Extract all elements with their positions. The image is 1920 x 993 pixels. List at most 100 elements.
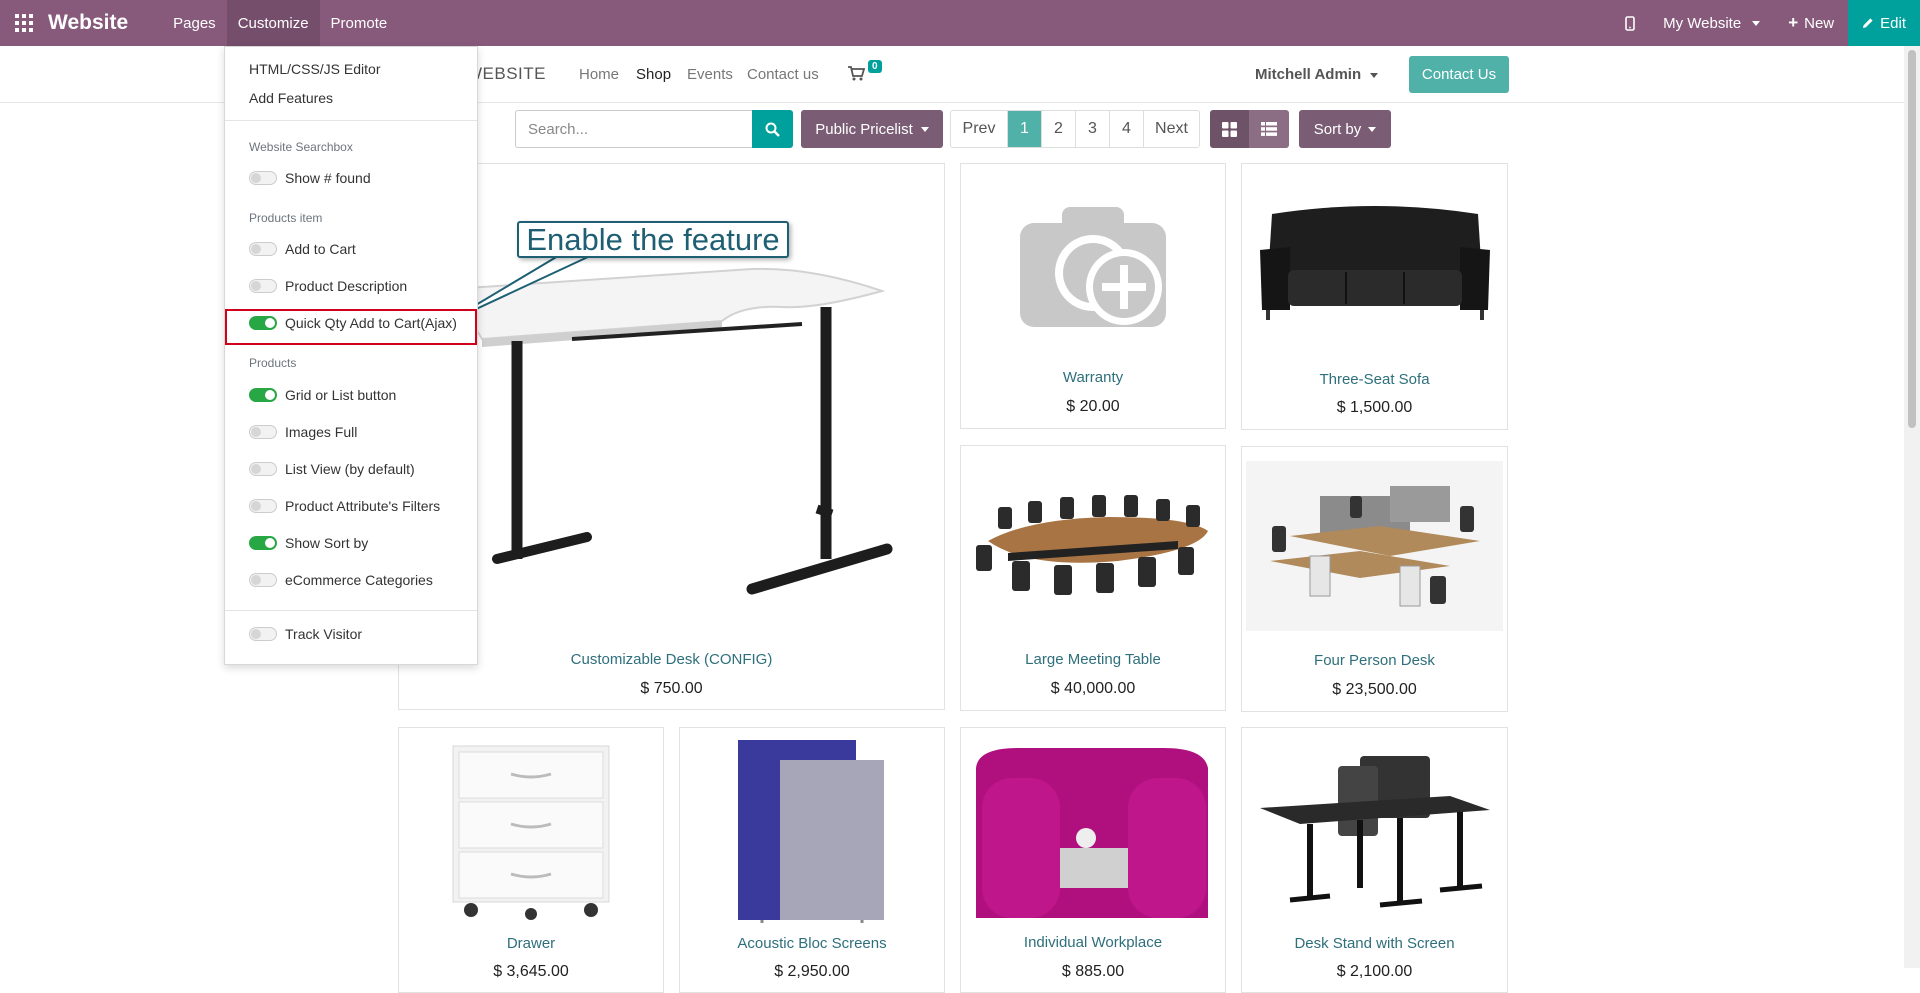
product-image[interactable]: [1246, 736, 1503, 924]
menu-item-add-features[interactable]: Add Features: [249, 90, 333, 106]
toggle-label: Show Sort by: [285, 535, 369, 551]
toggle-list-view-default[interactable]: List View (by default): [249, 459, 415, 479]
section-header-products-item: Products item: [249, 211, 323, 225]
toggle-switch[interactable]: [249, 279, 277, 293]
apps-menu-icon[interactable]: [0, 0, 48, 46]
toggle-grid-or-list-button[interactable]: Grid or List button: [249, 385, 396, 405]
toggle-switch[interactable]: [249, 242, 277, 256]
product-card-individual-workplace[interactable]: Individual Workplace $ 885.00: [960, 727, 1226, 993]
product-card-acoustic-bloc-screens[interactable]: Acoustic Bloc Screens $ 2,950.00: [679, 727, 945, 993]
product-name[interactable]: Large Meeting Table: [961, 651, 1225, 668]
search-input[interactable]: [515, 110, 753, 148]
menu-customize[interactable]: Customize: [226, 0, 320, 46]
pager-next[interactable]: Next: [1144, 111, 1199, 147]
product-image[interactable]: [965, 486, 1221, 611]
contact-us-button[interactable]: Contact Us: [1409, 56, 1509, 93]
sort-by-dropdown[interactable]: Sort by: [1299, 110, 1391, 148]
my-website-dropdown[interactable]: My Website: [1649, 0, 1774, 46]
product-card-three-seat-sofa[interactable]: Three-Seat Sofa $ 1,500.00: [1241, 163, 1508, 430]
toggle-switch[interactable]: [249, 536, 277, 550]
caret-down-icon: [1370, 72, 1379, 78]
menu-pages[interactable]: Pages: [162, 0, 227, 46]
pager-page-4[interactable]: 4: [1110, 111, 1144, 147]
product-image[interactable]: [1246, 461, 1503, 631]
product-name[interactable]: Warranty: [961, 369, 1225, 386]
divider: [225, 120, 477, 121]
product-image[interactable]: [1246, 182, 1503, 342]
toggle-switch[interactable]: [249, 425, 277, 439]
cart-count-badge: 0: [868, 60, 882, 73]
callout-bubble: Enable the feature: [517, 221, 789, 258]
toggle-switch[interactable]: [249, 627, 277, 641]
toggle-product-attribute-filters[interactable]: Product Attribute's Filters: [249, 496, 440, 516]
product-card-warranty[interactable]: Warranty $ 20.00: [960, 163, 1226, 429]
product-image[interactable]: [965, 736, 1221, 924]
mobile-preview-button[interactable]: [1611, 0, 1649, 46]
list-view-button[interactable]: [1249, 110, 1289, 148]
toggle-label: Images Full: [285, 424, 358, 440]
product-name[interactable]: Four Person Desk: [1242, 652, 1507, 669]
product-image[interactable]: [403, 734, 659, 926]
product-image-placeholder[interactable]: [965, 172, 1221, 362]
toggle-switch[interactable]: [249, 171, 277, 185]
toggle-show-found[interactable]: Show # found: [249, 168, 371, 188]
grid-view-button[interactable]: [1210, 110, 1249, 148]
toggle-switch[interactable]: [249, 388, 277, 402]
product-name[interactable]: Drawer: [399, 935, 663, 952]
menu-item-html-css-js-editor[interactable]: HTML/CSS/JS Editor: [249, 61, 380, 77]
caret-down-icon: [1368, 126, 1377, 132]
scrollbar-thumb[interactable]: [1908, 50, 1916, 428]
website-topbar: Website Pages Customize Promote My Websi…: [0, 0, 1920, 46]
product-name[interactable]: Individual Workplace: [961, 934, 1225, 951]
product-price: $ 885.00: [1061, 963, 1125, 980]
pager-page-1[interactable]: 1: [1008, 111, 1042, 147]
grid-icon: [1222, 121, 1237, 137]
nav-shop[interactable]: Shop: [636, 66, 671, 83]
edit-button[interactable]: Edit: [1848, 0, 1920, 46]
new-label: New: [1804, 14, 1835, 32]
product-card-desk-stand-with-screen[interactable]: Desk Stand with Screen $ 2,100.00: [1241, 727, 1508, 993]
toggle-product-description[interactable]: Product Description: [249, 276, 407, 296]
user-name: Mitchell Admin: [1255, 66, 1362, 83]
toggle-switch[interactable]: [249, 462, 277, 476]
pager-prev[interactable]: Prev: [951, 111, 1008, 147]
toggle-label: eCommerce Categories: [285, 572, 433, 588]
toggle-track-visitor[interactable]: Track Visitor: [249, 624, 362, 644]
product-card-four-person-desk[interactable]: Four Person Desk $ 23,500.00: [1241, 446, 1508, 712]
product-card-drawer[interactable]: Drawer $ 3,645.00: [398, 727, 664, 993]
app-title: Website: [48, 11, 129, 34]
toggle-add-to-cart[interactable]: Add to Cart: [249, 239, 356, 259]
toggle-show-sort-by[interactable]: Show Sort by: [249, 533, 368, 553]
toggle-ecommerce-categories[interactable]: eCommerce Categories: [249, 570, 433, 590]
product-price: $ 2,950.00: [774, 963, 850, 980]
product-price: $ 1,500.00: [1336, 399, 1413, 416]
pricelist-dropdown[interactable]: Public Pricelist: [801, 110, 943, 148]
product-card-large-meeting-table[interactable]: Large Meeting Table $ 40,000.00: [960, 445, 1226, 711]
nav-home[interactable]: Home: [579, 66, 619, 83]
search-button[interactable]: [752, 110, 793, 148]
nav-contact-us[interactable]: Contact us: [747, 66, 819, 83]
cart-link[interactable]: 0: [848, 60, 882, 85]
pencil-icon: [1863, 18, 1873, 28]
pager-page-2[interactable]: 2: [1042, 111, 1076, 147]
toggle-images-full[interactable]: Images Full: [249, 422, 357, 442]
product-name[interactable]: Desk Stand with Screen: [1242, 935, 1507, 952]
toggle-switch[interactable]: [249, 573, 277, 587]
toggle-switch[interactable]: [249, 499, 277, 513]
product-name[interactable]: Customizable Desk (CONFIG): [399, 651, 944, 668]
product-image[interactable]: [684, 734, 940, 926]
highlight-box: [225, 309, 477, 345]
nav-events[interactable]: Events: [687, 66, 733, 83]
new-button[interactable]: + New: [1774, 0, 1848, 46]
divider: [225, 610, 477, 611]
user-menu[interactable]: Mitchell Admin: [1255, 66, 1379, 83]
product-name[interactable]: Three-Seat Sofa: [1242, 371, 1507, 388]
pager-page-3[interactable]: 3: [1076, 111, 1110, 147]
site-logo[interactable]: WEBSITE: [466, 64, 546, 84]
menu-promote[interactable]: Promote: [320, 0, 399, 46]
toggle-label: Product Attribute's Filters: [285, 498, 441, 514]
customize-dropdown: HTML/CSS/JS Editor Add Features Website …: [224, 46, 478, 665]
product-name[interactable]: Acoustic Bloc Screens: [680, 935, 944, 952]
page-scrollbar[interactable]: [1904, 46, 1920, 968]
toggle-label: Track Visitor: [285, 626, 363, 642]
